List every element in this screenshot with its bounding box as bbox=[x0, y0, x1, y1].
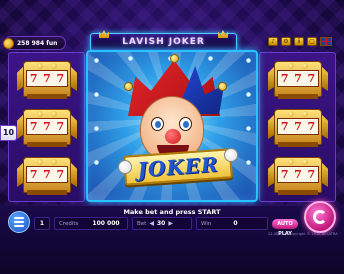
balance-display: 258 984 fun bbox=[3, 36, 66, 50]
credits-value: 100 000 bbox=[92, 220, 120, 227]
light-bulb bbox=[246, 160, 251, 165]
bet-increase-icon[interactable]: ▶ bbox=[168, 220, 173, 227]
light-bulb bbox=[208, 56, 213, 61]
win-value: 0 bbox=[233, 220, 238, 227]
win-label: Win bbox=[201, 220, 212, 227]
slot-machine-symbol: 777 bbox=[17, 157, 77, 195]
top-icons: ♪ ⚙ i ▢ bbox=[268, 37, 332, 46]
status-message: Make bet and press START bbox=[123, 208, 221, 216]
sound-icon[interactable]: ♪ bbox=[268, 37, 278, 46]
version-text: 22.08.12 bbox=[268, 232, 285, 236]
joker-feature-frame: JOKER bbox=[86, 50, 258, 202]
settings-icon[interactable]: ⚙ bbox=[281, 37, 291, 46]
slot-machine-symbol: 777 bbox=[268, 61, 328, 99]
win-panel: Win 0 bbox=[196, 217, 268, 230]
fullscreen-icon[interactable]: ▢ bbox=[307, 37, 317, 46]
light-bulb bbox=[246, 126, 251, 131]
balance-value: 258 984 fun bbox=[17, 39, 58, 47]
light-bulb bbox=[246, 92, 251, 97]
credits-label: Credits bbox=[59, 220, 79, 227]
bet-panel: Bet ◀ 30 ▶ bbox=[132, 217, 192, 230]
light-bulb bbox=[128, 56, 133, 61]
joker-eye bbox=[151, 117, 164, 131]
slot-machine-symbol: 777 bbox=[268, 157, 328, 195]
slot-machine-symbol: 777 bbox=[17, 109, 77, 147]
light-bulb bbox=[94, 160, 99, 165]
credits-panel: Credits 100 000 bbox=[54, 217, 128, 230]
menu-icon bbox=[14, 217, 24, 219]
slot-machine-symbol: 777 bbox=[17, 61, 77, 99]
slot-machine-symbol: 777 bbox=[268, 109, 328, 147]
lines-value[interactable]: 1 bbox=[34, 217, 50, 230]
info-icon[interactable]: i bbox=[294, 37, 304, 46]
menu-button[interactable] bbox=[8, 211, 30, 233]
light-bulb bbox=[94, 126, 99, 131]
joker-nose bbox=[165, 129, 181, 144]
joker-hand bbox=[224, 148, 238, 162]
game-title-banner: LAVISH JOKER bbox=[90, 30, 237, 51]
bet-label: Bet bbox=[137, 220, 147, 227]
bet-decrease-icon[interactable]: ◀ bbox=[149, 220, 154, 227]
hat-bell bbox=[170, 54, 179, 63]
light-bulb bbox=[94, 92, 99, 97]
copyright-text: Copyright © 2018 BELATRA bbox=[288, 232, 338, 236]
left-symbol-panel: 777 777 777 bbox=[8, 52, 85, 202]
right-symbol-panel: 777 777 777 bbox=[259, 52, 336, 202]
crown-icon bbox=[218, 30, 228, 38]
light-bulb bbox=[246, 58, 251, 63]
game-title: LAVISH JOKER bbox=[122, 37, 205, 47]
autoplay-button[interactable]: AUTO PLAY bbox=[272, 219, 298, 237]
spin-button[interactable] bbox=[304, 201, 336, 233]
hat-bell bbox=[124, 82, 133, 91]
crown-icon bbox=[99, 30, 109, 38]
light-bulb bbox=[94, 58, 99, 63]
language-flag-icon[interactable] bbox=[320, 37, 332, 46]
joker-eye bbox=[179, 117, 192, 131]
joker-logo-text: JOKER bbox=[136, 152, 220, 182]
lines-count-badge: 10 bbox=[0, 125, 17, 141]
coin-icon bbox=[3, 37, 14, 49]
hat-bell bbox=[218, 82, 227, 91]
top-bar: 258 984 fun LAVISH JOKER ♪ ⚙ i ▢ bbox=[0, 0, 344, 52]
bet-value: 30 bbox=[156, 220, 166, 227]
joker-hand bbox=[118, 160, 132, 174]
